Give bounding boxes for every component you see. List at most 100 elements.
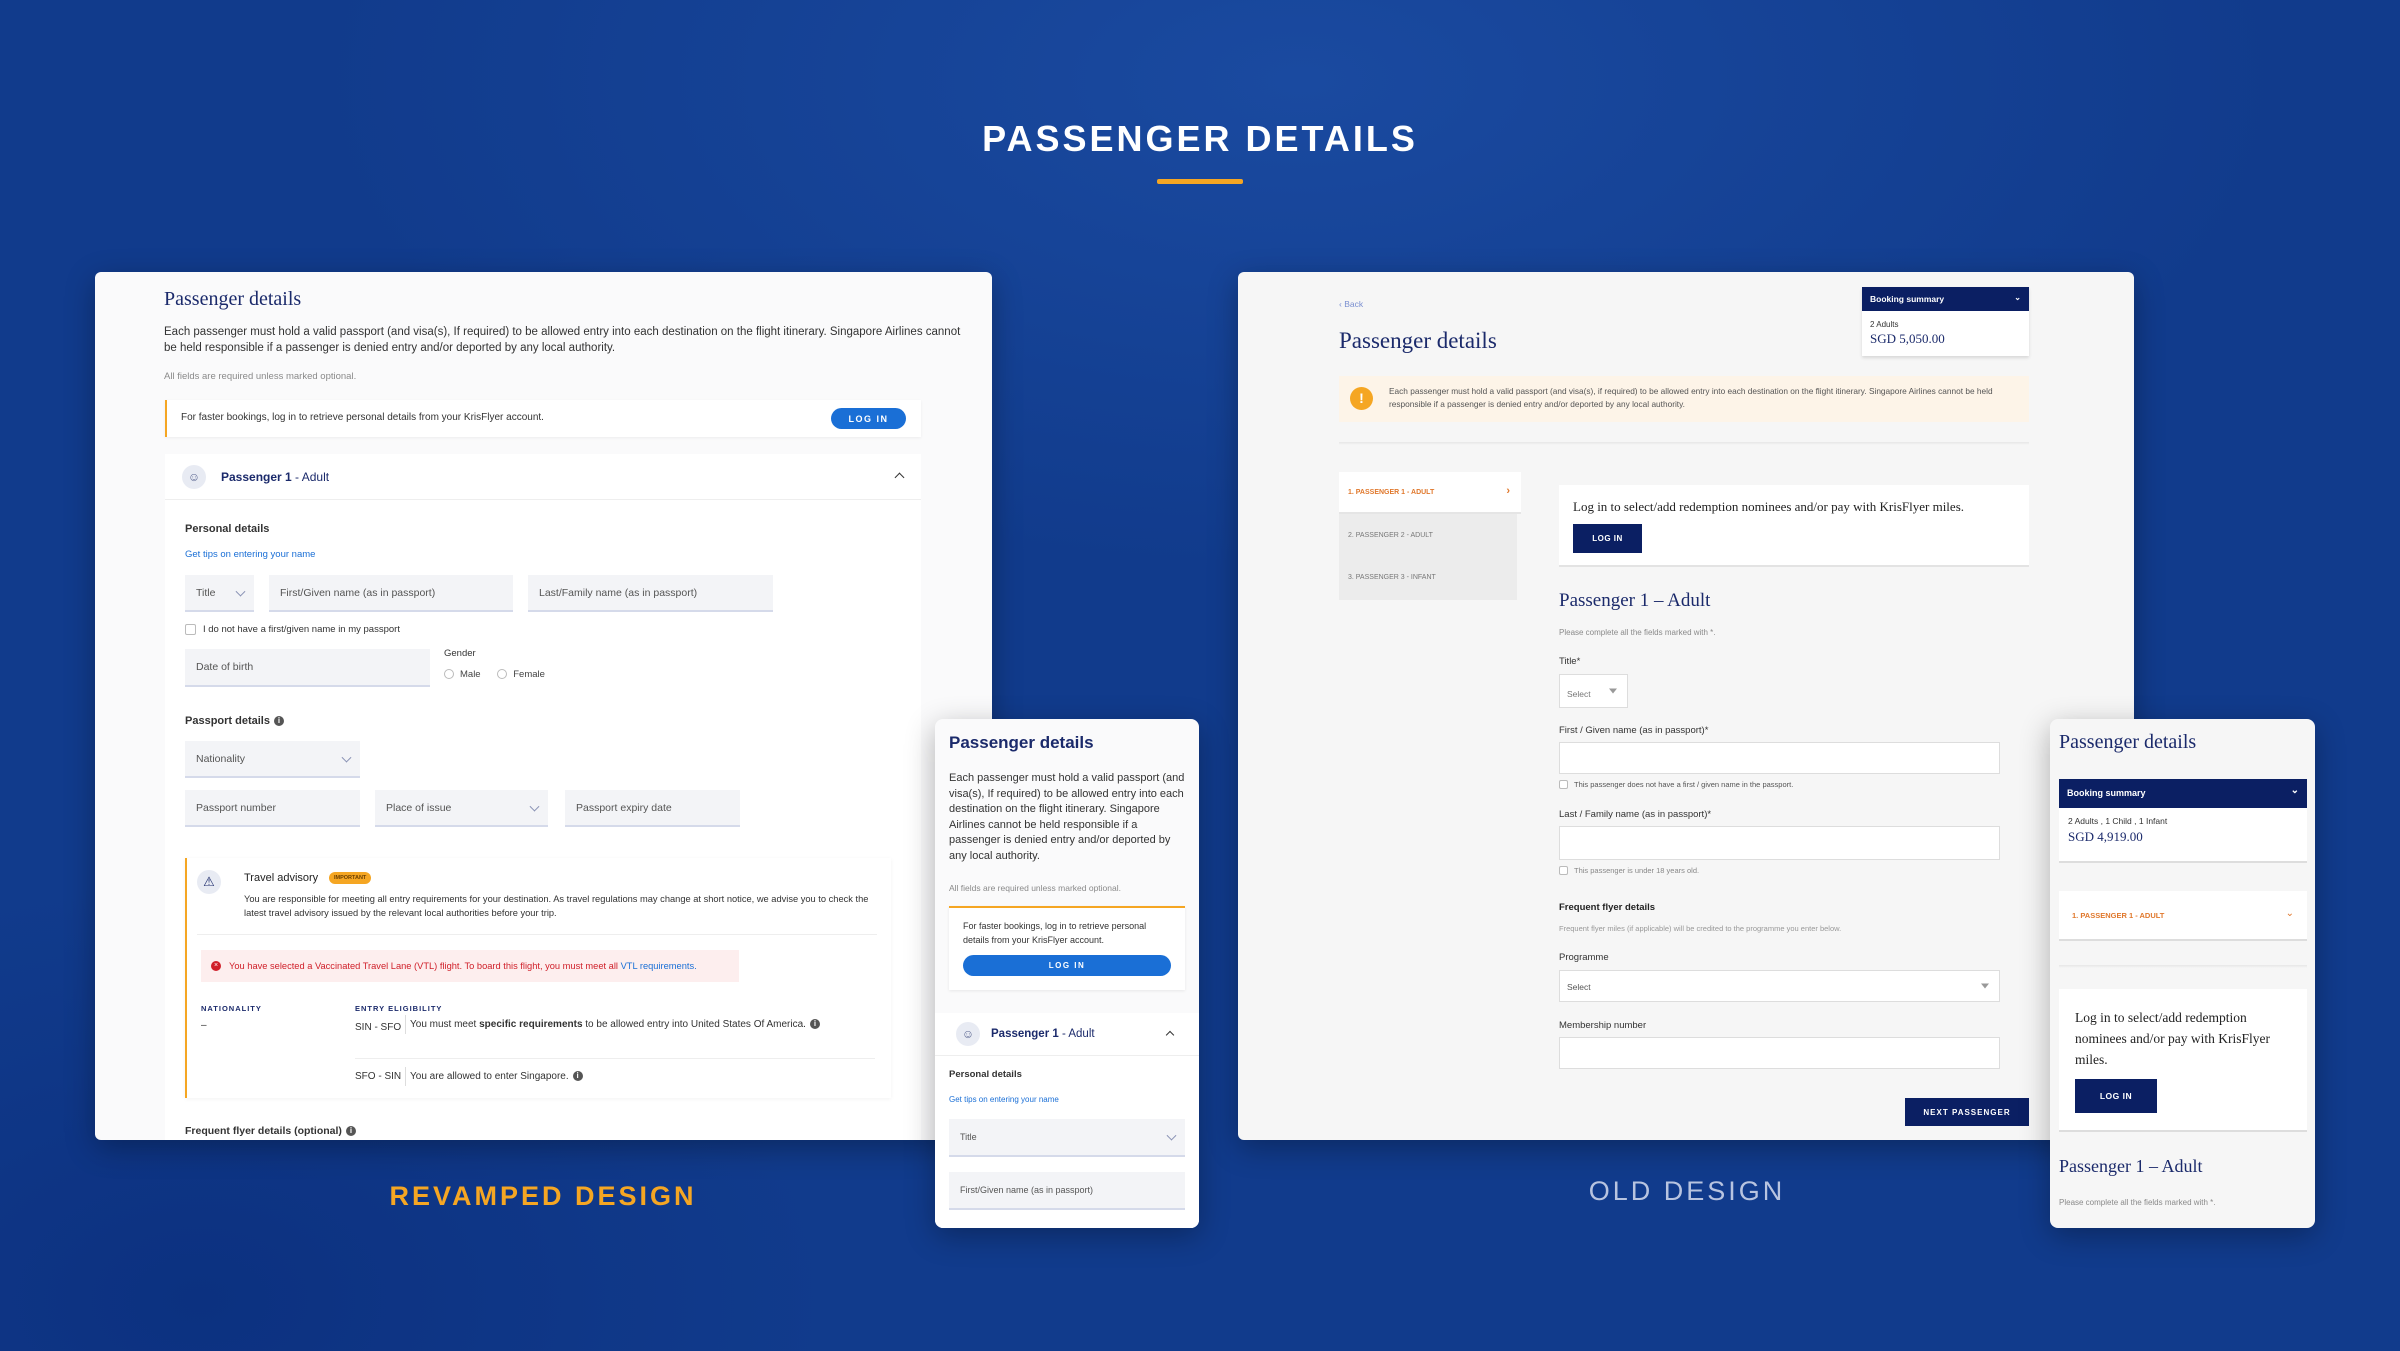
- chevron-down-icon: ⌄: [2014, 293, 2021, 302]
- login-text: Log in to select/add redemption nominees…: [2075, 1010, 2270, 1067]
- male-radio[interactable]: [444, 669, 454, 680]
- title-select[interactable]: Title: [949, 1119, 1185, 1157]
- price: SGD 4,919.00: [2068, 829, 2143, 844]
- nationality-value: –: [201, 1020, 207, 1031]
- first-name-label: First / Given name (as in passport)*: [1559, 725, 1709, 736]
- no-first-name-label: I do not have a first/given name in my p…: [203, 624, 400, 635]
- col-nationality: NATIONALITY: [201, 1004, 262, 1013]
- price: SGD 5,050.00: [1870, 331, 1945, 346]
- info-icon[interactable]: i: [345, 1126, 356, 1137]
- important-badge: IMPORTANT: [329, 872, 372, 884]
- revamped-desktop-card: Passenger details Each passenger must ho…: [95, 272, 992, 1140]
- tips-link[interactable]: Get tips on entering your name: [185, 549, 315, 560]
- title-underline: [1157, 179, 1243, 184]
- login-button[interactable]: LOG IN: [1573, 524, 1642, 553]
- login-box: Log in to select/add redemption nominees…: [2059, 989, 2307, 1132]
- last-name-input[interactable]: [1559, 826, 2000, 860]
- alert-icon: !: [1350, 387, 1373, 410]
- booking-summary[interactable]: Booking summary ⌄ 2 Adults , 1 Child , 1 …: [2059, 779, 2307, 863]
- tips-link[interactable]: Get tips on entering your name: [949, 1095, 1059, 1104]
- chevron-down-icon: [1166, 1130, 1177, 1141]
- pax-count: 2 Adults , 1 Child , 1 Infant: [2068, 816, 2168, 826]
- advisory-text: You are responsible for meeting all entr…: [244, 894, 869, 918]
- divider: [355, 1058, 875, 1059]
- login-button[interactable]: LOG IN: [963, 955, 1171, 976]
- passenger-type: - Adult: [291, 470, 330, 484]
- login-banner-text: For faster bookings, log in to retrieve …: [181, 412, 544, 423]
- login-button[interactable]: LOG IN: [831, 408, 906, 429]
- passenger-row[interactable]: 1. PASSENGER 1 - ADULT ⌄: [2059, 891, 2307, 941]
- intro-text: Each passenger must hold a valid passpor…: [949, 772, 1185, 862]
- heading: Passenger details: [1339, 328, 1497, 353]
- sidebar-item-passenger-2[interactable]: 2. PASSENGER 2 - ADULT: [1348, 532, 1433, 539]
- passport-expiry-input[interactable]: Passport expiry date: [565, 790, 740, 827]
- revamped-caption: REVAMPED DESIGN: [389, 1181, 697, 1211]
- dob-input[interactable]: Date of birth: [185, 649, 430, 687]
- required-note: Please complete all the fields marked wi…: [2059, 1198, 2216, 1207]
- back-link[interactable]: ‹ Back: [1339, 299, 1363, 309]
- place-of-issue-select[interactable]: Place of issue: [375, 790, 548, 827]
- programme-select[interactable]: Select: [1559, 970, 2000, 1002]
- vtl-requirements-link[interactable]: VTL requirements.: [621, 961, 697, 971]
- warning-icon: ⚠: [197, 870, 221, 894]
- page-title: PASSENGER DETAILS: [982, 118, 1418, 159]
- user-icon: ☺: [956, 1022, 980, 1046]
- old-desktop-card: ‹ Back Passenger details Booking summary…: [1238, 272, 2134, 1140]
- sidebar-item-passenger-1[interactable]: 1. PASSENGER 1 - ADULT ›: [1339, 472, 1521, 514]
- vtl-error-banner: × You have selected a Vaccinated Travel …: [201, 950, 739, 982]
- login-banner: For faster bookings, log in to retrieve …: [165, 400, 921, 437]
- under-18-checkbox[interactable]: [1559, 866, 1568, 875]
- no-first-name-checkbox[interactable]: [1559, 780, 1568, 789]
- info-icon[interactable]: i: [809, 1019, 820, 1030]
- route-sin-sfo: SIN - SFO: [355, 1022, 402, 1033]
- chevron-right-icon: ›: [1506, 485, 1510, 497]
- passenger-header[interactable]: ☺ Passenger 1 - Adult: [935, 1013, 1199, 1056]
- old-mobile-card: Passenger details Booking summary ⌄ 2 Adu…: [2050, 719, 2315, 1228]
- personal-details-heading: Personal details: [949, 1069, 1022, 1080]
- no-first-name-checkbox[interactable]: [185, 624, 196, 635]
- first-name-input[interactable]: [1559, 742, 2000, 774]
- required-note: Please complete all the fields marked wi…: [1559, 628, 1716, 637]
- title-select[interactable]: Title: [185, 575, 254, 612]
- divider-shadow: [1339, 442, 2029, 445]
- user-icon: ☺: [182, 465, 206, 489]
- nationality-select[interactable]: Nationality: [185, 741, 360, 778]
- gender-radios: Male Female: [444, 669, 545, 680]
- dropdown-arrow-icon: [1981, 983, 1989, 989]
- first-name-input[interactable]: First/Given name (as in passport): [949, 1172, 1185, 1210]
- chevron-down-icon: [235, 586, 246, 597]
- chevron-down-icon: [529, 801, 540, 812]
- login-button[interactable]: LOG IN: [2075, 1079, 2157, 1113]
- passport-number-input[interactable]: Passport number: [185, 790, 360, 827]
- next-passenger-button[interactable]: NEXT PASSENGER: [1905, 1098, 2029, 1126]
- chevron-down-icon: ⌄: [2290, 785, 2299, 796]
- personal-details-heading: Personal details: [185, 523, 270, 535]
- passenger-header[interactable]: ☺ Passenger 1 - Adult: [165, 454, 921, 500]
- passenger-sidebar: 1. PASSENGER 1 - ADULT › 2. PASSENGER 2 -…: [1339, 472, 1521, 600]
- membership-input[interactable]: [1559, 1037, 2000, 1069]
- first-name-input[interactable]: First/Given name (as in passport): [269, 575, 513, 612]
- passenger-heading: Passenger 1 – Adult: [1559, 590, 1711, 611]
- chevron-up-icon[interactable]: [1165, 1030, 1175, 1040]
- last-name-input[interactable]: Last/Family name (as in passport): [528, 575, 773, 612]
- programme-label: Programme: [1559, 952, 1609, 963]
- female-radio[interactable]: [497, 669, 508, 680]
- info-icon[interactable]: i: [273, 716, 284, 727]
- chevron-up-icon[interactable]: [894, 472, 905, 483]
- passenger-heading: Passenger 1 – Adult: [2059, 1156, 2203, 1176]
- title-label: Title*: [1559, 656, 1581, 667]
- heading: Passenger details: [949, 733, 1094, 752]
- sidebar-item-passenger-3[interactable]: 3. PASSENGER 3 - INFANT: [1348, 574, 1436, 581]
- last-name-label: Last / Family name (as in passport)*: [1559, 809, 1712, 820]
- no-first-name-label: This passenger does not have a first / g…: [1574, 780, 1794, 789]
- title-select[interactable]: Select: [1559, 674, 1628, 708]
- intro-text: Each passenger must hold a valid passpor…: [164, 326, 961, 354]
- eligibility-sin-sfo: You must meet specific requirements to b…: [405, 1015, 875, 1034]
- revamped-mobile-card: Passenger details Each passenger must ho…: [935, 719, 1199, 1228]
- required-note: All fields are required unless marked op…: [949, 883, 1121, 893]
- gender-label: Gender: [444, 648, 476, 659]
- heading: Passenger details: [2059, 731, 2197, 753]
- booking-summary[interactable]: Booking summary ⌄ 2 Adults SGD 5,050.00: [1862, 287, 2029, 356]
- error-icon: ×: [211, 961, 221, 971]
- info-icon[interactable]: i: [572, 1071, 583, 1082]
